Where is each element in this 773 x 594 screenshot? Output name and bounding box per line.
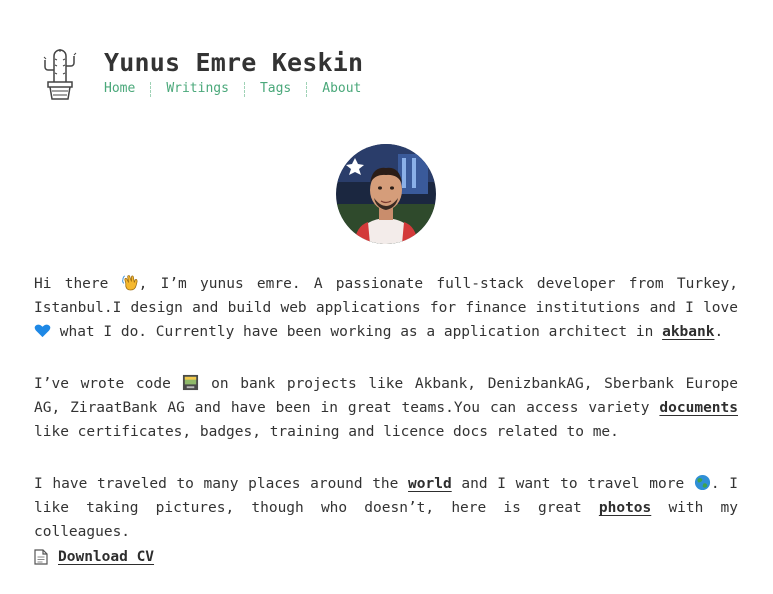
travel-text: and I want to travel more [451,476,694,492]
profile-avatar [336,144,436,244]
nav-about[interactable]: About [322,82,361,97]
world-link[interactable]: world [408,476,452,492]
intro-paragraph: Hi there , I’m yunus emre. A passionate … [34,272,738,344]
intro-text: what I do. Currently have been working a… [51,324,663,340]
main-nav: Home Writings Tags About [104,82,361,97]
photos-link[interactable]: photos [599,500,651,516]
nav-divider [306,82,308,97]
akbank-link[interactable]: akbank [662,324,714,340]
intro-text: , I’m yunus emre. A passionate full-stac… [34,276,738,316]
document-icon [34,549,48,565]
computer-screen-icon [183,374,199,391]
work-paragraph: I’ve wrote code on bank projects like Ak… [34,372,738,444]
globe-icon [694,474,710,491]
nav-divider [150,82,152,97]
travel-paragraph: I have traveled to many places around th… [34,472,738,544]
blue-heart-icon [34,324,51,338]
cactus-pot-icon[interactable] [40,46,80,100]
download-cv: Download CV [34,549,154,565]
documents-link[interactable]: documents [659,400,738,416]
intro-text: . [714,324,724,340]
site-title[interactable]: Yunus Emre Keskin [104,48,363,77]
nav-divider [243,82,245,97]
site-header: Yunus Emre Keskin Home Writings Tags Abo… [0,0,773,110]
work-text: like certificates, badges, training and … [34,424,619,440]
travel-text: I have traveled to many places around th… [34,476,409,492]
waving-hand-icon [121,275,138,291]
bio-content: Hi there , I’m yunus emre. A passionate … [34,272,738,572]
nav-tags[interactable]: Tags [260,82,291,97]
nav-home[interactable]: Home [104,82,135,97]
download-cv-link[interactable]: Download CV [58,549,154,565]
nav-writings[interactable]: Writings [166,82,229,97]
intro-text: Hi there [34,276,122,292]
work-text: I’ve wrote code [34,376,183,392]
